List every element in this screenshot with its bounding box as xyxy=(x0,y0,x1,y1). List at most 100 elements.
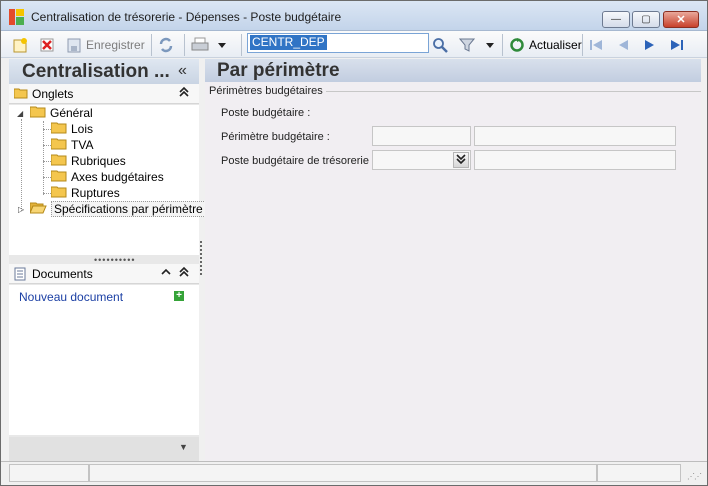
delete-icon xyxy=(39,37,55,53)
print-dropdown-button[interactable] xyxy=(217,35,233,55)
main-panel-header: Par périmètre xyxy=(205,59,701,82)
collapse-up-icon[interactable] xyxy=(179,86,189,101)
print-button[interactable] xyxy=(191,35,209,55)
toolbar-separator xyxy=(502,34,503,56)
tree-collapsed-arrow-icon[interactable]: ▷ xyxy=(18,205,24,214)
folder-icon xyxy=(50,169,67,185)
double-chevron-down-icon xyxy=(456,154,466,165)
toolbar-separator xyxy=(184,34,185,56)
refresh-button[interactable]: Actualiser xyxy=(509,35,582,55)
close-button[interactable]: ✕ xyxy=(663,11,699,28)
main-panel-title: Par périmètre xyxy=(217,60,340,81)
document-icon xyxy=(14,267,26,284)
save-label: Enregistrer xyxy=(86,38,145,52)
title-bar: Centralisation de trésorerie - Dépenses … xyxy=(1,1,707,31)
tree-item-axes-budgetaires[interactable]: Axes budgétaires xyxy=(50,169,164,185)
documents-section-label: Documents xyxy=(32,267,93,281)
last-record-icon xyxy=(669,37,685,53)
status-cell xyxy=(9,464,89,482)
tree-item-lois[interactable]: Lois xyxy=(50,121,94,137)
poste-budgetaire-tresorerie-description-field[interactable] xyxy=(474,150,676,170)
tree-connector xyxy=(43,193,51,194)
main-panel: Par périmètre Périmètres budgétaires Pos… xyxy=(205,59,701,461)
group-divider xyxy=(315,91,701,92)
chevron-down-icon[interactable]: ▼ xyxy=(179,442,188,452)
chevron-up-icon[interactable] xyxy=(161,266,171,281)
chevron-down-icon xyxy=(485,37,501,53)
resize-grip-icon[interactable]: ⋰⋰ xyxy=(687,472,702,481)
tabs-section-header[interactable]: Onglets xyxy=(9,84,199,104)
window-title: Centralisation de trésorerie - Dépenses … xyxy=(31,10,342,24)
folder-icon xyxy=(50,121,67,137)
first-record-button[interactable] xyxy=(588,35,604,55)
open-folder-icon xyxy=(29,201,47,217)
toolbar-separator xyxy=(241,34,242,56)
collapse-up-icon[interactable] xyxy=(179,266,189,281)
folder-icon xyxy=(29,105,46,121)
search-icon xyxy=(432,37,448,53)
previous-record-button[interactable] xyxy=(615,35,631,55)
search-button[interactable] xyxy=(432,35,448,55)
print-icon xyxy=(191,37,209,53)
tree-item-rubriques[interactable]: Rubriques xyxy=(50,153,126,169)
filter-icon xyxy=(458,37,476,53)
documents-section-header[interactable]: Documents xyxy=(9,264,199,284)
next-record-icon xyxy=(642,37,658,53)
collapse-panel-button[interactable]: « xyxy=(178,62,187,80)
delete-button[interactable] xyxy=(39,35,55,55)
new-button[interactable] xyxy=(12,35,28,55)
toolbar-separator xyxy=(582,34,583,56)
documents-list: Nouveau document + xyxy=(9,285,199,435)
save-button[interactable]: Enregistrer xyxy=(66,35,145,55)
left-panel-header: Centralisation ... « xyxy=(9,59,199,84)
toolbar-separator xyxy=(151,34,152,56)
save-icon xyxy=(66,37,82,53)
combo-dropdown-button[interactable] xyxy=(453,152,469,168)
tree-item-ruptures[interactable]: Ruptures xyxy=(50,185,120,201)
tree-item-tva[interactable]: TVA xyxy=(50,137,94,153)
refresh-toolbar-button[interactable] xyxy=(158,35,174,55)
tree-item-general[interactable]: Général xyxy=(29,105,93,121)
left-panel-title: Centralisation ... xyxy=(22,61,170,82)
poste-budgetaire-tresorerie-combo[interactable] xyxy=(372,150,471,170)
filter-dropdown-button[interactable] xyxy=(485,35,501,55)
filter-button[interactable] xyxy=(458,35,476,55)
last-record-button[interactable] xyxy=(669,35,685,55)
new-record-icon xyxy=(12,37,28,53)
maximize-button[interactable]: ▢ xyxy=(632,11,660,28)
tree-connector xyxy=(43,129,51,130)
app-window: Centralisation de trésorerie - Dépenses … xyxy=(0,0,708,486)
tree-connector xyxy=(43,121,44,195)
new-document-link[interactable]: Nouveau document xyxy=(19,290,123,304)
refresh-icon xyxy=(158,37,174,53)
panel-splitter[interactable] xyxy=(200,241,202,275)
left-panel-footer: ▼ xyxy=(9,437,199,461)
folder-icon xyxy=(50,185,67,201)
tree-connector xyxy=(21,119,22,211)
tree-item-label: TVA xyxy=(71,138,94,152)
add-icon[interactable]: + xyxy=(174,291,184,301)
previous-record-icon xyxy=(615,37,631,53)
app-logo-icon xyxy=(9,9,25,25)
first-record-icon xyxy=(588,37,604,53)
tree-item-label: Ruptures xyxy=(71,186,120,200)
next-record-button[interactable] xyxy=(642,35,658,55)
folder-icon xyxy=(13,87,28,102)
refresh-icon xyxy=(509,37,525,53)
tree-expanded-arrow-icon[interactable]: ◢ xyxy=(17,109,23,118)
group-label: Périmètres budgétaires xyxy=(209,85,326,97)
tree-item-label: Général xyxy=(50,106,93,120)
perimetre-budgetaire-label: Périmètre budgétaire : xyxy=(221,131,330,143)
left-panel: Centralisation ... « Onglets ◢ Général L… xyxy=(9,59,206,461)
tree-item-specifications[interactable]: Spécifications par périmètre xyxy=(29,201,206,217)
perimetre-budgetaire-code-field[interactable] xyxy=(372,126,471,146)
tree-connector xyxy=(43,177,51,178)
poste-budgetaire-tresorerie-label: Poste budgétaire de trésorerie : xyxy=(221,155,376,167)
status-cell xyxy=(89,464,597,482)
perimetre-budgetaire-description-field[interactable] xyxy=(474,126,676,146)
tabs-tree: ◢ Général Lois TVA Rubriques Axes budgét… xyxy=(9,105,206,255)
status-bar: ⋰⋰ xyxy=(1,461,707,485)
tabs-section-label: Onglets xyxy=(32,87,74,101)
minimize-button[interactable]: — xyxy=(602,11,630,28)
tree-item-label: Lois xyxy=(71,122,94,136)
